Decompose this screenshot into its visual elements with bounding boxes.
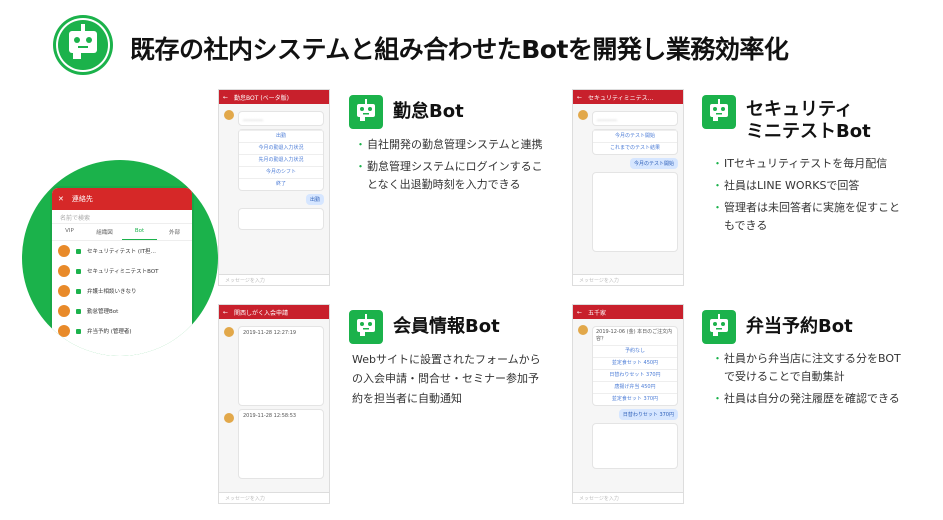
user-reply: 今月のテスト開始: [629, 158, 678, 169]
menu-option[interactable]: これまでのテスト結果: [593, 142, 677, 154]
avatar: [58, 285, 70, 297]
menu-option[interactable]: 並定食セット 450円: [593, 357, 677, 369]
chat-bubble: [238, 208, 324, 230]
avatar: [58, 325, 70, 337]
contacts-search-input[interactable]: 名前で検索: [52, 210, 192, 224]
bot-icon: [53, 15, 113, 75]
chat-header: ← 勤怠BOT (ベータ版): [219, 90, 329, 104]
back-icon[interactable]: ←: [223, 94, 228, 101]
contacts-phone: ✕ 連絡先 名前で検索 VIP 組織図 Bot 外部 セキュリティテスト (IT…: [52, 188, 192, 356]
message-input[interactable]: メッセージを入力: [573, 492, 683, 503]
bot-badge-icon: [76, 268, 81, 274]
chat-header: ← 関西しがく入会申請: [219, 305, 329, 319]
message-input[interactable]: メッセージを入力: [219, 274, 329, 285]
bot-icon: [349, 310, 383, 344]
avatar: [58, 245, 70, 257]
bullet-item: 勤怠管理システムにログインすることなく出退勤時刻を入力できる: [355, 158, 550, 194]
chat-bubble: ________: [238, 111, 324, 126]
chat-bubble: ________: [592, 111, 678, 126]
contacts-header: ✕ 連絡先: [52, 188, 192, 210]
list-item[interactable]: セキュリティテスト (IT担…: [52, 241, 192, 261]
bot-badge-icon: [76, 288, 81, 294]
bot-icon: [349, 95, 383, 129]
chat-bubble: [592, 172, 678, 252]
attendance-bot-screenshot: ← 勤怠BOT (ベータ版) ________ 出勤 今月の勤退入力状況 先月の勤…: [218, 89, 330, 286]
chat-bubble: [592, 423, 678, 469]
chat-bubble: 2019-11-28 12:27:19: [238, 326, 324, 406]
page-title: 既存の社内システムと組み合わせたBotを開発し業務効率化: [130, 35, 789, 64]
security-bot-screenshot: ← セキュリティミニテス… ________ 今月のテスト開始 これまでのテスト結…: [572, 89, 684, 286]
list-item[interactable]: 勤怠管理Bot: [52, 301, 192, 321]
member-bot-description: Webサイトに設置されたフォームからの入会申請・問合せ・セミナー参加予約を担当者…: [352, 353, 541, 405]
bento-bot-bullets: 社員から弁当店に注文する分をBOTで受けることで自動集計 社員は自分の発注履歴を…: [712, 350, 902, 412]
avatar: [58, 265, 70, 277]
chat-bubble: 2019-11-28 12:58:53: [238, 409, 324, 479]
bento-bot-screenshot: ← 五千家 2019-12-06 (金) 本日のご注文内容？ 予約なし 並定食セッ…: [572, 304, 684, 504]
chat-header: ← 五千家: [573, 305, 683, 319]
menu-option[interactable]: 出勤: [239, 130, 323, 142]
bot-menu: 2019-12-06 (金) 本日のご注文内容？ 予約なし 並定食セット 450…: [592, 326, 678, 406]
list-item[interactable]: 弁護士相談いきなり: [52, 281, 192, 301]
bullet-item: 社員から弁当店に注文する分をBOTで受けることで自動集計: [712, 350, 902, 386]
title-bot-icon: [52, 14, 114, 76]
menu-option[interactable]: 日替わりセット 370円: [593, 369, 677, 381]
bullet-item: 社員は自分の発注履歴を確認できる: [712, 390, 902, 408]
bot-icon: [702, 310, 736, 344]
security-bot-heading: セキュリティ ミニテストBot: [702, 95, 871, 142]
back-icon[interactable]: ←: [223, 309, 228, 316]
attendance-bot-bullets: 自社開発の勤怠管理システムと連携 勤怠管理システムにログインすることなく出退勤時…: [355, 136, 550, 198]
section-title: 弁当予約Bot: [746, 316, 853, 338]
avatar: [224, 110, 234, 120]
tab-vip[interactable]: VIP: [52, 224, 87, 240]
bullet-item: 管理者は未回答者に実施を促すこともできる: [712, 199, 902, 235]
chat-header: ← セキュリティミニテス…: [573, 90, 683, 104]
menu-option[interactable]: 先月の勤退入力状況: [239, 154, 323, 166]
menu-option[interactable]: 終了: [239, 178, 323, 190]
avatar: [224, 413, 234, 423]
tab-org[interactable]: 組織図: [87, 224, 122, 240]
tab-external[interactable]: 外部: [157, 224, 192, 240]
menu-option[interactable]: 今月のテスト開始: [593, 130, 677, 142]
bot-badge-icon: [76, 328, 81, 334]
bot-badge-icon: [76, 308, 81, 314]
avatar: [578, 110, 588, 120]
close-icon[interactable]: ✕: [58, 195, 64, 203]
menu-option[interactable]: 予約なし: [593, 345, 677, 357]
back-icon[interactable]: ←: [577, 309, 582, 316]
avatar: [578, 325, 588, 335]
attendance-bot-heading: 勤怠Bot: [349, 95, 464, 129]
bot-menu: 出勤 今月の勤退入力状況 先月の勤退入力状況 今月のシフト 終了: [238, 129, 324, 191]
user-reply: 出勤: [305, 194, 324, 205]
bot-icon: [702, 95, 736, 129]
contacts-screen-preview: ✕ 連絡先 名前で検索 VIP 組織図 Bot 外部 セキュリティテスト (IT…: [22, 160, 218, 356]
avatar: [224, 327, 234, 337]
section-title: セキュリティ ミニテストBot: [746, 99, 871, 142]
message-input[interactable]: メッセージを入力: [219, 492, 329, 503]
bento-bot-heading: 弁当予約Bot: [702, 310, 853, 344]
contacts-tabs: VIP 組織図 Bot 外部: [52, 224, 192, 241]
bot-badge-icon: [76, 248, 81, 254]
menu-option[interactable]: 並定食セット 370円: [593, 393, 677, 405]
list-item[interactable]: 弁当予約 (管理者): [52, 321, 192, 341]
menu-option[interactable]: 唐揚げ弁当 450円: [593, 381, 677, 393]
menu-option[interactable]: 今月のシフト: [239, 166, 323, 178]
bot-menu: 今月のテスト開始 これまでのテスト結果: [592, 129, 678, 155]
message-input[interactable]: メッセージを入力: [573, 274, 683, 285]
section-title: 会員情報Bot: [393, 316, 500, 338]
back-icon[interactable]: ←: [577, 94, 582, 101]
avatar: [58, 305, 70, 317]
menu-option[interactable]: 今月の勤退入力状況: [239, 142, 323, 154]
bullet-item: 社員はLINE WORKSで回答: [712, 177, 902, 195]
bullet-item: 自社開発の勤怠管理システムと連携: [355, 136, 550, 154]
list-item[interactable]: セキュリティミニテストBOT: [52, 261, 192, 281]
member-bot-screenshot: ← 関西しがく入会申請 2019-11-28 12:27:19 2019-11-2…: [218, 304, 330, 504]
security-bot-bullets: ITセキュリティテストを毎月配信 社員はLINE WORKSで回答 管理者は未回…: [712, 155, 902, 240]
user-reply: 日替わりセット 370円: [618, 409, 678, 420]
section-title: 勤怠Bot: [393, 101, 464, 123]
tab-bot[interactable]: Bot: [122, 224, 157, 240]
bullet-item: ITセキュリティテストを毎月配信: [712, 155, 902, 173]
contacts-header-label: 連絡先: [71, 195, 93, 203]
member-bot-heading: 会員情報Bot: [349, 310, 500, 344]
